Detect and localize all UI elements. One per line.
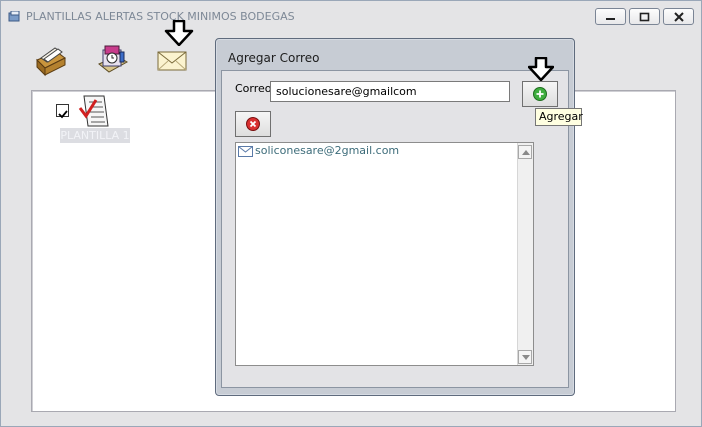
scroll-up-button[interactable]: [518, 145, 532, 159]
close-icon: [674, 12, 684, 22]
down-arrow-icon: [528, 57, 554, 81]
add-email-button[interactable]: [522, 81, 558, 107]
envelope-icon[interactable]: [154, 46, 190, 76]
add-tooltip: Agregar: [535, 108, 583, 126]
scroll-down-button[interactable]: [518, 350, 532, 364]
email-address: soliconesare@2gmail.com: [255, 144, 400, 157]
checklist-document-icon[interactable]: [78, 94, 110, 128]
card-file-icon[interactable]: [33, 42, 69, 78]
chevron-up-icon: [522, 150, 530, 155]
email-list[interactable]: [235, 142, 534, 366]
delete-email-button[interactable]: [235, 111, 271, 137]
dialog-title: Agregar Correo: [228, 51, 320, 65]
minimize-button[interactable]: [595, 8, 626, 25]
envelope-icon: [238, 146, 253, 157]
close-button[interactable]: [663, 8, 694, 25]
correo-input[interactable]: [270, 81, 510, 102]
maximize-button[interactable]: [629, 8, 660, 25]
template-label: PLANTILLA 1: [60, 128, 130, 143]
plus-circle-icon: [533, 87, 547, 101]
checkmark-icon: [58, 110, 68, 119]
minimize-icon: [606, 18, 615, 20]
vertical-scrollbar[interactable]: [517, 143, 533, 365]
window-title: PLANTILLAS ALERTAS STOCK MINIMOS BODEGAS: [26, 10, 295, 23]
maximize-icon: [639, 12, 650, 22]
correo-label: Correo: [235, 82, 272, 95]
app-icon: [8, 11, 20, 22]
delete-icon: [246, 117, 260, 131]
alarm-clock-icon[interactable]: [95, 42, 131, 78]
template-checkbox[interactable]: [56, 104, 69, 119]
chevron-down-icon: [522, 355, 530, 360]
down-arrow-icon: [164, 20, 194, 46]
